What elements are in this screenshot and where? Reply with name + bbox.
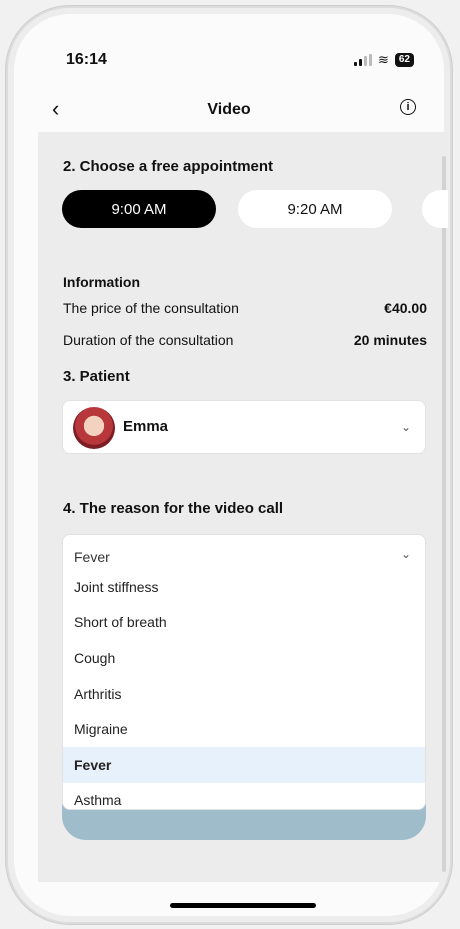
battery-icon: 62 — [394, 53, 414, 67]
info-value: €40.00 — [384, 300, 427, 316]
reason-option-arthritis[interactable]: Arthritis — [63, 676, 425, 712]
reason-selected-value: Fever — [74, 549, 110, 565]
chevron-down-icon: ⌄ — [400, 547, 411, 561]
info-circle-icon[interactable]: i — [400, 99, 416, 115]
patient-name: Emma — [123, 418, 169, 435]
content-area: 2. Choose a free appointment 9:00 AM 9:2… — [38, 132, 448, 882]
info-label: Duration of the consultation — [63, 332, 234, 348]
reason-option-fever[interactable]: Fever — [63, 746, 425, 783]
avatar — [73, 407, 115, 449]
status-icons: ≋ 62 — [353, 52, 414, 68]
time-slot-next[interactable] — [422, 190, 448, 228]
info-value: 20 minutes — [353, 332, 427, 348]
reason-option-migraine[interactable]: Migraine — [63, 711, 425, 747]
wifi-icon: ≋ — [377, 52, 389, 67]
chevron-down-icon: ⌄ — [400, 420, 411, 434]
reason-select[interactable]: Fever ⌄ Joint stiffness Short of breath … — [62, 534, 426, 810]
time-slot-0900[interactable]: 9:00 AM — [62, 190, 216, 228]
reason-option-joint-stiffness[interactable]: Joint stiffness — [63, 569, 425, 605]
phone-frame: 16:14 ≋ 62 ‹ Video i 2. Choose a free ap… — [6, 6, 452, 924]
appointment-section-title: 2. Choose a free appointment — [63, 158, 274, 175]
time-slot-0920[interactable]: 9:20 AM — [238, 190, 392, 228]
info-label: The price of the consultation — [63, 300, 239, 316]
home-indicator — [170, 903, 316, 908]
status-time: 16:14 — [66, 51, 107, 68]
scrollbar[interactable] — [442, 156, 446, 872]
signal-icon — [353, 54, 372, 66]
reason-options-list: Joint stiffness Short of breath Cough Ar… — [63, 569, 425, 809]
patient-select[interactable]: Emma ⌄ — [62, 400, 426, 454]
reason-option-cough[interactable]: Cough — [63, 640, 425, 676]
nav-bar: ‹ Video i — [8, 88, 450, 132]
information-title: Information — [63, 274, 140, 290]
info-row-duration: Duration of the consultation 20 minutes — [63, 332, 427, 348]
reason-section-title: 4. The reason for the video call — [63, 500, 284, 517]
reason-option-asthma[interactable]: Asthma — [63, 783, 425, 809]
patient-section-title: 3. Patient — [63, 368, 130, 385]
status-bar: 16:14 ≋ 62 — [8, 8, 450, 78]
page-title: Video — [207, 101, 251, 118]
reason-option-short-of-breath[interactable]: Short of breath — [63, 605, 425, 641]
info-row-price: The price of the consultation €40.00 — [63, 300, 427, 316]
